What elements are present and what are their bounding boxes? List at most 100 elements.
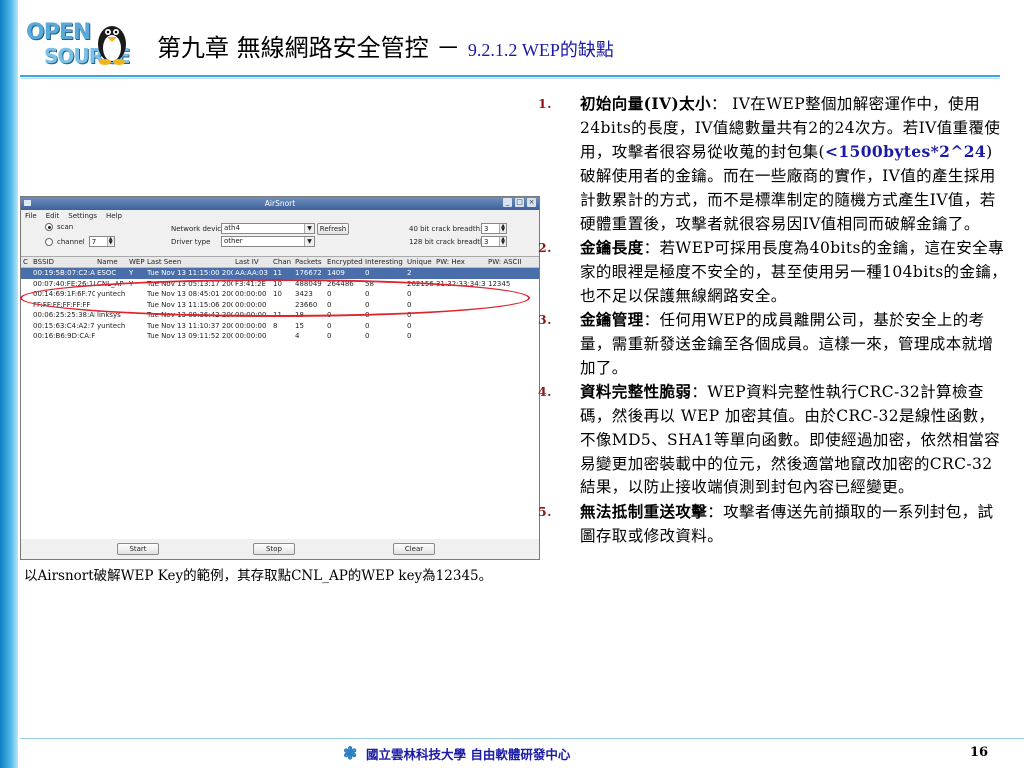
table-row[interactable]: 00:15:63:C4:A2:70 yuntech Tue Nov 13 11:10…	[21, 321, 539, 332]
table-cell	[486, 268, 532, 279]
stop-button[interactable]: Stop	[253, 543, 295, 555]
radio-checked-icon	[45, 223, 53, 231]
logo-text-open: OPEN	[26, 20, 91, 45]
network-device-combo[interactable]: ath4 ▼	[221, 223, 315, 234]
menu-edit[interactable]: Edit	[46, 212, 60, 220]
column-header[interactable]: Interesting	[363, 257, 405, 267]
table-row[interactable]: 00:19:5B:07:C2:A9 ESOC Y Tue Nov 13 11:15:0…	[21, 268, 539, 279]
spinner-arrows-icon[interactable]: ▲ ▼	[499, 237, 506, 246]
network-device-value: ath4	[224, 224, 240, 232]
close-icon[interactable]: ×	[527, 198, 536, 207]
table-cell: 0	[365, 269, 370, 277]
table-cell: 00:06:25:25:38:AD	[33, 311, 95, 319]
column-header[interactable]: WEP	[127, 257, 145, 267]
list-number: 1.	[538, 96, 552, 111]
table-cell: 0	[407, 332, 412, 340]
crack40-value: 3	[484, 224, 489, 233]
table-cell: 0	[407, 321, 412, 330]
minimize-icon[interactable]: _	[503, 198, 512, 207]
channel-spinner[interactable]: 7 ▲ ▼	[88, 236, 115, 247]
window-titlebar: AirSnort _ □ ×	[21, 197, 539, 210]
penguin-icon	[98, 26, 126, 65]
crack40-spinner[interactable]: 3 ▲ ▼	[481, 223, 507, 234]
table-cell: 0	[365, 321, 370, 330]
menu-settings[interactable]: Settings	[68, 212, 97, 220]
table-cell: 00:16:B6:9D:CA:FC	[33, 332, 95, 340]
list-item: 3. 金鑰管理：任何用WEP的成員離開公司，基於安全上的考量，需重新發送金鑰至各個…	[538, 308, 1008, 380]
table-cell: 11	[273, 269, 282, 277]
column-header[interactable]: Last IV	[233, 257, 271, 267]
table-cell	[95, 331, 127, 342]
column-header[interactable]: PW: ASCII	[486, 257, 532, 267]
chevron-down-icon[interactable]: ▼	[304, 237, 314, 246]
title-divider-light	[20, 78, 1000, 79]
table-cell: 0	[327, 332, 332, 340]
scan-label: scan	[57, 223, 74, 231]
menu-help[interactable]: Help	[106, 212, 122, 220]
column-header[interactable]: Encrypted	[325, 257, 363, 267]
driver-type-label: Driver type	[171, 238, 211, 246]
table-cell	[434, 268, 486, 279]
table-cell: 00:15:63:C4:A2:70	[33, 321, 95, 330]
channel-radio[interactable]: channel 7 ▲ ▼	[45, 236, 115, 247]
crack128-label: 128 bit crack breadth:	[409, 238, 487, 246]
channel-label: channel	[57, 237, 85, 246]
channel-value: 7	[91, 237, 97, 246]
list-item: 4. 資料完整性脆弱：WEP資料完整性執行CRC-32計算檢查碼，然後再以 WEP…	[538, 380, 1008, 500]
item-heading: 初始向量(IV)太小	[580, 94, 711, 113]
wep-weakness-list: 1. 初始向量(IV)太小： IV在WEP整個加解密運作中，使用24bits的長度…	[538, 92, 1008, 548]
table-cell	[127, 331, 145, 342]
maximize-icon[interactable]: □	[515, 198, 524, 207]
crack40-label: 40 bit crack breadth:	[409, 225, 483, 233]
clear-button[interactable]: Clear	[393, 543, 435, 555]
menu-file[interactable]: File	[25, 212, 37, 220]
title-main: 第九章 無線網路安全管控 －	[157, 34, 461, 62]
list-number: 5.	[538, 503, 552, 519]
table-header: C BSSID Name WEP Last Seen Last IV Chan Packets…	[21, 257, 539, 268]
spinner-arrows-icon[interactable]: ▲ ▼	[106, 237, 114, 246]
open-source-logo: OPEN SOURCE	[20, 14, 148, 68]
column-header[interactable]: Chan	[271, 257, 293, 267]
title-subtitle: 9.2.1.2 WEP的缺點	[467, 40, 614, 60]
footer-text: 國立雲林科技大學 自由軟體研發中心	[366, 747, 571, 762]
table-cell: AA:AA:03	[235, 269, 268, 277]
table-cell	[21, 321, 31, 332]
table-cell: 8	[273, 321, 278, 330]
table-cell	[21, 331, 31, 342]
spinner-arrows-icon[interactable]: ▲ ▼	[499, 224, 506, 233]
column-header[interactable]: Name	[95, 257, 127, 267]
table-cell: Tue Nov 13 11:15:00 2007	[147, 269, 233, 277]
table-cell	[127, 321, 145, 332]
network-device-label: Network device	[171, 225, 226, 233]
column-header[interactable]: Packets	[293, 257, 325, 267]
refresh-button[interactable]: Refresh	[317, 223, 349, 235]
item-text: ：若WEP可採用長度為40bits的金鑰，這在安全專家的眼裡是極度不安全的，甚至…	[580, 239, 1008, 305]
driver-type-combo[interactable]: other ▼	[221, 236, 315, 247]
column-header[interactable]: Unique	[405, 257, 434, 267]
column-header[interactable]: Last Seen	[145, 257, 233, 267]
chevron-down-icon[interactable]: ▼	[304, 224, 314, 233]
list-item: 2. 金鑰長度：若WEP可採用長度為40bits的金鑰，這在安全專家的眼裡是極度不…	[538, 236, 1008, 308]
table-cell: 15	[295, 321, 304, 330]
highlight-circle	[20, 279, 530, 317]
column-header[interactable]: BSSID	[31, 257, 95, 267]
item-heading: 金鑰長度	[580, 238, 644, 258]
start-button[interactable]: Start	[117, 543, 159, 555]
left-accent-bar	[0, 0, 18, 768]
table-cell	[486, 321, 532, 332]
table-row[interactable]: 00:16:B6:9D:CA:FC Tue Nov 13 09:11:52 200…	[21, 331, 539, 342]
table-cell	[434, 321, 486, 332]
table-cell: 0	[365, 332, 370, 340]
column-header[interactable]: C	[21, 257, 31, 267]
table-cell: ESOC	[97, 269, 117, 277]
controls-panel: scan channel 7 ▲ ▼ Network device ath4 ▼ …	[21, 221, 539, 255]
table-cell: 00:00:00	[235, 321, 267, 330]
item-heading: 無法抵制重送攻擊	[580, 501, 708, 521]
scan-radio[interactable]: scan	[45, 223, 73, 231]
crack128-spinner[interactable]: 3 ▲ ▼	[481, 236, 507, 247]
table-cell: 1409	[327, 269, 345, 277]
table-cell	[21, 279, 31, 290]
airsnort-window: AirSnort _ □ × File Edit Settings Help s…	[20, 196, 540, 560]
column-header[interactable]: PW: Hex	[434, 257, 486, 267]
list-number: 3.	[538, 312, 552, 328]
